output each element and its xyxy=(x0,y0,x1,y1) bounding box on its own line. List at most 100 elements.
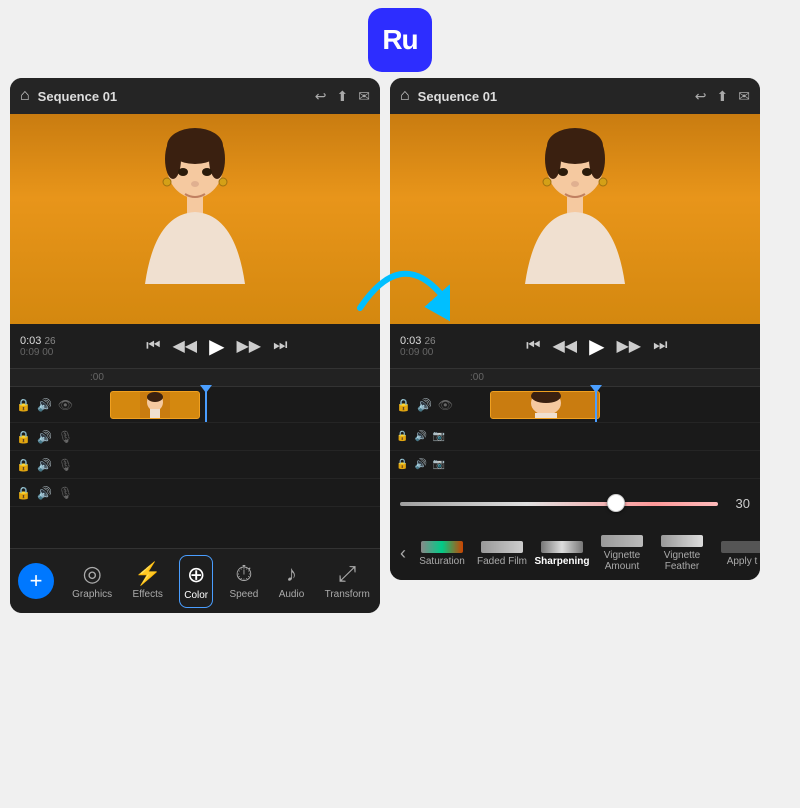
tab-saturation[interactable]: Saturation xyxy=(412,539,472,569)
right-visibility-icon[interactable]: 👁 xyxy=(438,398,453,412)
color-tabs-back-button[interactable]: ‹ xyxy=(394,543,412,564)
right-cam-a1[interactable]: 📷 xyxy=(433,431,445,442)
right-audio-icon[interactable]: 🔊 xyxy=(417,398,432,412)
right-audio-a2[interactable]: 🔊 xyxy=(414,459,426,470)
right-play-controls: ⏮ ◀◀ ▶ ▶▶ ⏭ xyxy=(444,334,750,359)
speed-icon: ⏱ xyxy=(235,561,252,587)
step-forward-button[interactable]: ▶▶ xyxy=(237,336,262,356)
audio-icon-a2[interactable]: 🔊 xyxy=(37,458,52,472)
step-back-button[interactable]: ◀◀ xyxy=(173,336,198,356)
right-cam-a2[interactable]: 📷 xyxy=(433,459,445,470)
toolbar-transform[interactable]: ⤢ Transform xyxy=(321,555,374,608)
graphics-icon: ◎ xyxy=(83,561,102,587)
left-playback-bar: 0:03 26 0:09 00 ⏮ ◀◀ ▶ ▶▶ ⏭ xyxy=(10,324,380,368)
audio-track-3-content xyxy=(90,479,380,506)
left-audio-track-1: 🔒 🔊 🎙 xyxy=(10,423,380,451)
left-video-preview xyxy=(10,114,380,324)
right-playback-bar: 0:03 26 0:09 00 ⏮ ◀◀ ▶ ▶▶ ⏭ xyxy=(390,324,760,368)
toolbar-effects[interactable]: ⚡ Effects xyxy=(129,555,167,608)
play-button[interactable]: ▶ xyxy=(209,334,224,359)
right-home-icon[interactable]: ⌂ xyxy=(400,87,410,105)
left-time-info: 0:03 26 0:09 00 xyxy=(20,335,56,358)
right-track-rows: 🔒 🔊 👁 xyxy=(390,387,760,479)
vignette-feather-label: Vignette Feather xyxy=(656,550,708,572)
faded-film-label: Faded Film xyxy=(477,556,527,567)
tab-sharpening[interactable]: Sharpening xyxy=(532,539,592,569)
right-share-icon[interactable]: ⬆ xyxy=(717,88,729,105)
audio-label: Audio xyxy=(279,589,305,600)
right-audio-a1[interactable]: 🔊 xyxy=(414,431,426,442)
right-video-clip[interactable] xyxy=(490,391,600,419)
left-timeline-area: :00 🔒 🔊 👁 xyxy=(10,368,380,548)
left-video-track-content xyxy=(90,387,380,422)
audio-track-2-content xyxy=(90,451,380,478)
left-audio-track-3: 🔒 🔊 🎙 xyxy=(10,479,380,507)
logo-text: Ru xyxy=(382,24,417,56)
right-person-svg xyxy=(495,124,655,324)
right-lock-icon[interactable]: 🔒 xyxy=(396,398,411,412)
right-time-total: 0:09 00 xyxy=(400,347,436,358)
right-lock-a2[interactable]: 🔒 xyxy=(396,459,408,470)
right-video-controls: 🔒 🔊 👁 xyxy=(390,398,470,412)
tab-vignette-feather[interactable]: Vignette Feather xyxy=(652,533,712,574)
visibility-icon[interactable]: 👁 xyxy=(58,398,73,412)
right-play-button[interactable]: ▶ xyxy=(589,334,604,359)
toolbar-audio[interactable]: ♪ Audio xyxy=(275,555,309,608)
add-button[interactable]: + xyxy=(18,563,54,599)
effects-icon: ⚡ xyxy=(134,561,161,587)
right-skip-forward-button[interactable]: ⏭ xyxy=(653,337,667,355)
audio-tool-icon: ♪ xyxy=(286,561,297,587)
right-video-track-content xyxy=(470,387,760,422)
lock-icon-a1[interactable]: 🔒 xyxy=(16,430,31,444)
left-undo-icon[interactable]: ↩ xyxy=(315,88,327,105)
left-bottom-toolbar: + ◎ Graphics ⚡ Effects ⊕ Color ⏱ Speed xyxy=(10,548,380,613)
left-video-clip[interactable] xyxy=(110,391,200,419)
apply-swatch xyxy=(721,541,760,553)
sharpening-slider-thumb[interactable] xyxy=(607,494,625,512)
lock-icon[interactable]: 🔒 xyxy=(16,398,31,412)
tab-apply[interactable]: Apply t xyxy=(712,539,760,569)
add-icon: + xyxy=(30,570,43,592)
left-play-controls: ⏮ ◀◀ ▶ ▶▶ ⏭ xyxy=(64,334,370,359)
mic-icon-a3[interactable]: 🎙 xyxy=(58,486,73,500)
right-step-forward-button[interactable]: ▶▶ xyxy=(617,336,642,356)
mic-icon-a2[interactable]: 🎙 xyxy=(58,458,73,472)
audio-icon[interactable]: 🔊 xyxy=(37,398,52,412)
left-track-rows: 🔒 🔊 👁 xyxy=(10,387,380,507)
left-home-icon[interactable]: ⌂ xyxy=(20,87,30,105)
lock-icon-a2[interactable]: 🔒 xyxy=(16,458,31,472)
skip-back-button[interactable]: ⏮ xyxy=(146,337,160,355)
right-panel-header: ⌂ Sequence 01 ↩ ⬆ ✉ xyxy=(390,78,760,114)
right-lock-a1[interactable]: 🔒 xyxy=(396,431,408,442)
skip-forward-button[interactable]: ⏭ xyxy=(273,337,287,355)
right-ruler-label: :00 xyxy=(470,372,484,383)
lock-icon-a3[interactable]: 🔒 xyxy=(16,486,31,500)
left-timeline-ruler: :00 xyxy=(10,369,380,387)
audio-icon-a1[interactable]: 🔊 xyxy=(37,430,52,444)
right-skip-back-button[interactable]: ⏮ xyxy=(526,337,540,355)
app-logo: Ru xyxy=(368,8,432,72)
right-playhead xyxy=(595,387,597,422)
saturation-label: Saturation xyxy=(419,556,465,567)
saturation-swatch xyxy=(421,541,463,553)
toolbar-color[interactable]: ⊕ Color xyxy=(179,555,213,608)
sharpening-slider-track[interactable] xyxy=(400,502,718,506)
mic-icon-a1[interactable]: 🎙 xyxy=(58,430,73,444)
left-chat-icon[interactable]: ✉ xyxy=(358,88,370,105)
left-time-current: 0:03 26 xyxy=(20,335,56,347)
left-share-icon[interactable]: ⬆ xyxy=(337,88,349,105)
right-time-info: 0:03 26 0:09 00 xyxy=(400,335,436,358)
tab-faded-film[interactable]: Faded Film xyxy=(472,539,532,569)
graphics-label: Graphics xyxy=(72,589,112,600)
tab-vignette-amount[interactable]: Vignette Amount xyxy=(592,533,652,574)
right-undo-icon[interactable]: ↩ xyxy=(695,88,707,105)
toolbar-speed[interactable]: ⏱ Speed xyxy=(225,555,262,608)
toolbar-graphics[interactable]: ◎ Graphics xyxy=(68,555,116,608)
audio-icon-a3[interactable]: 🔊 xyxy=(37,486,52,500)
right-step-back-button[interactable]: ◀◀ xyxy=(553,336,578,356)
right-seq-title: Sequence 01 xyxy=(418,89,687,104)
color-label: Color xyxy=(184,590,208,601)
color-icon: ⊕ xyxy=(187,562,205,588)
right-chat-icon[interactable]: ✉ xyxy=(738,88,750,105)
color-tabs: ‹ Saturation Faded Film Sharpening Vigne… xyxy=(390,527,760,580)
